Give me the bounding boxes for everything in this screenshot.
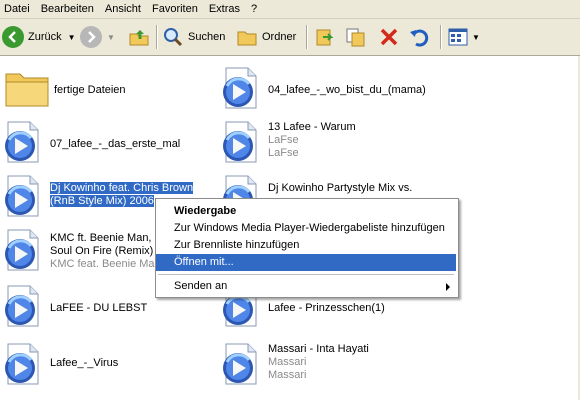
submenu-arrow-icon — [446, 283, 450, 291]
media-file-icon — [221, 66, 258, 110]
up-folder-button[interactable] — [128, 25, 150, 49]
copy-to-button[interactable] — [345, 25, 367, 49]
file-name: Lafee - Prinzesschen(1) — [268, 302, 385, 314]
menu-datei[interactable]: Datei — [0, 0, 37, 18]
toolbar: Zurück ▼ ▼ Suchen Ordner ▼ — [0, 19, 580, 56]
back-arrow-icon — [2, 26, 24, 48]
media-file-icon — [3, 120, 40, 164]
folders-label: Ordner — [262, 31, 297, 43]
file-name: Massari - Inta Hayati — [268, 343, 369, 355]
back-label: Zurück — [28, 31, 62, 43]
copy-to-icon — [346, 28, 365, 47]
file-name: 13 Lafee - Warum — [268, 121, 356, 133]
delete-button[interactable] — [378, 25, 400, 49]
back-button[interactable]: Zurück ▼ — [2, 25, 76, 49]
menu-item-add-to-burn-list[interactable]: Zur Brennliste hinzufügen — [156, 237, 456, 254]
file-artist: Massari — [268, 356, 307, 368]
delete-icon — [380, 28, 398, 46]
file-name: 04_lafee_-_wo_bist_du_(mama) — [268, 84, 426, 96]
toolbar-separator — [440, 25, 442, 49]
file-name: Lafee_-_Virus — [50, 357, 119, 369]
menu-item-send-to[interactable]: Senden an — [156, 278, 456, 295]
search-button[interactable]: Suchen — [162, 25, 225, 49]
context-menu: Wiedergabe Zur Windows Media Player-Wied… — [155, 198, 459, 298]
search-icon — [164, 28, 183, 47]
file-name-line: (RnB Style Mix) 2006 — [50, 195, 154, 207]
views-button[interactable]: ▼ — [447, 25, 480, 49]
file-album: Massari — [268, 369, 307, 381]
menu-ansicht[interactable]: Ansicht — [101, 0, 148, 18]
media-file-icon — [3, 174, 40, 218]
views-icon — [448, 28, 468, 46]
file-name: LaFEE - DU LEBST — [50, 302, 148, 314]
folder-icon — [5, 73, 49, 107]
forward-dropdown-icon[interactable]: ▼ — [107, 33, 115, 42]
file-name: fertige Dateien — [54, 84, 126, 96]
file-name-line: Dj Kowinho Partystyle Mix vs. — [268, 182, 413, 194]
menu-item-open-with[interactable]: Öffnen mit... — [156, 254, 456, 271]
menu-item-add-to-playlist[interactable]: Zur Windows Media Player-Wiedergabeliste… — [156, 220, 456, 237]
toolbar-separator — [156, 25, 158, 49]
back-dropdown-icon[interactable]: ▼ — [68, 33, 76, 42]
undo-icon — [410, 29, 429, 47]
toolbar-separator — [306, 25, 308, 49]
undo-button[interactable] — [408, 25, 430, 49]
menu-help[interactable]: ? — [247, 0, 264, 18]
search-label: Suchen — [188, 31, 226, 43]
file-album: LaFse — [268, 147, 299, 159]
file-name-line: Dj Kowinho feat. Chris Brown — [50, 182, 194, 194]
up-folder-icon — [129, 30, 149, 46]
move-to-button[interactable] — [314, 25, 336, 49]
forward-button[interactable]: ▼ — [80, 25, 115, 49]
folders-button[interactable]: Ordner — [236, 25, 296, 49]
views-dropdown-icon: ▼ — [472, 32, 480, 42]
media-file-icon — [221, 342, 258, 386]
menu-bar: Datei Bearbeiten Ansicht Favoriten Extra… — [0, 0, 580, 19]
move-to-icon — [316, 29, 334, 46]
media-file-icon — [3, 228, 40, 272]
file-artist: LaFse — [268, 134, 299, 146]
menu-item-send-to-label: Senden an — [174, 280, 228, 292]
menu-separator — [158, 274, 454, 275]
folders-icon — [237, 31, 257, 46]
menu-favoriten[interactable]: Favoriten — [148, 0, 205, 18]
menu-item-play[interactable]: Wiedergabe — [156, 203, 456, 220]
forward-arrow-icon — [80, 26, 102, 48]
media-file-icon — [3, 342, 40, 386]
media-file-icon — [3, 284, 40, 328]
menu-extras[interactable]: Extras — [205, 0, 247, 18]
file-name: 07_lafee_-_das_erste_mal — [50, 138, 181, 150]
media-file-icon — [221, 120, 258, 164]
menu-bearbeiten[interactable]: Bearbeiten — [37, 0, 101, 18]
